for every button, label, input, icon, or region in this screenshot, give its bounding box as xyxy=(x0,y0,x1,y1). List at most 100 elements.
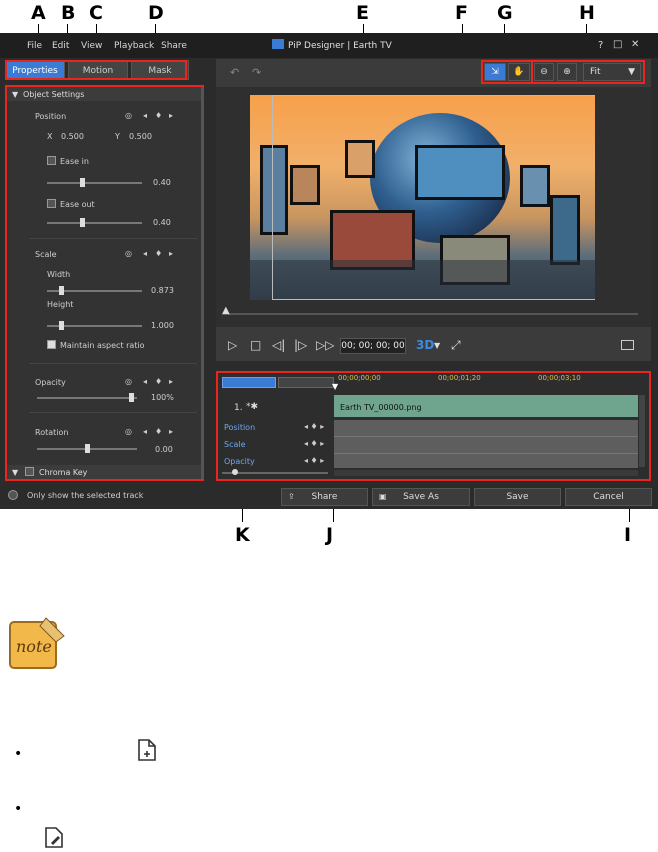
undo-icon[interactable]: ↶ xyxy=(230,66,239,79)
add-keyframe-icon[interactable]: ♦ xyxy=(155,427,162,436)
share-button[interactable]: ⇪ Share xyxy=(281,488,368,506)
maximize-button[interactable]: □ xyxy=(613,39,622,50)
next-keyframe-icon[interactable]: ▸ xyxy=(169,427,173,436)
add-keyframe-icon[interactable]: ♦ xyxy=(155,111,162,120)
keyframe-nav-icon[interactable]: ◂ ♦ ▸ xyxy=(304,456,324,465)
3d-mode-button[interactable]: 3D xyxy=(416,338,434,352)
ease-out-slider[interactable] xyxy=(47,222,142,224)
timeline-zoom-button[interactable] xyxy=(222,377,276,388)
prev-keyframe-icon[interactable]: ◂ xyxy=(143,249,147,258)
chroma-key-checkbox[interactable] xyxy=(25,467,34,476)
preview-scrubber[interactable] xyxy=(228,313,638,315)
safe-zone-icon[interactable] xyxy=(621,340,634,350)
track-row-opacity[interactable]: Opacity xyxy=(224,457,255,466)
stop-icon[interactable]: □ xyxy=(250,338,261,352)
prev-keyframe-icon[interactable]: ◂ xyxy=(143,427,147,436)
help-button[interactable]: ? xyxy=(598,40,603,51)
stopwatch-icon[interactable]: ◎ xyxy=(125,111,132,120)
panel-scrollbar[interactable] xyxy=(201,87,204,479)
width-slider-thumb[interactable] xyxy=(59,286,64,295)
ease-out-slider-thumb[interactable] xyxy=(80,218,85,227)
opacity-label: Opacity xyxy=(35,378,66,387)
fullscreen-icon[interactable]: ⤢ xyxy=(451,338,461,353)
preview-video[interactable] xyxy=(250,95,595,300)
next-keyframe-icon[interactable]: ▸ xyxy=(169,377,173,386)
track-number: 1. xyxy=(234,403,243,413)
ease-in-value: 0.40 xyxy=(153,178,171,187)
menu-file[interactable]: File xyxy=(27,41,42,51)
keyframe-nav-icon[interactable]: ◂ ♦ ▸ xyxy=(304,439,324,448)
save-button[interactable]: Save xyxy=(474,488,561,506)
ease-in-checkbox[interactable] xyxy=(47,156,56,165)
height-slider-thumb[interactable] xyxy=(59,321,64,330)
only-show-checkbox[interactable] xyxy=(8,490,18,500)
ease-in-label: Ease in xyxy=(60,157,89,166)
rotation-slider-thumb[interactable] xyxy=(85,444,90,453)
lane-divider xyxy=(334,453,638,454)
prev-frame-icon[interactable]: ◁| xyxy=(272,338,285,352)
menu-playback[interactable]: Playback xyxy=(114,41,154,51)
close-button[interactable]: ✕ xyxy=(631,39,639,50)
next-keyframe-icon[interactable]: ▸ xyxy=(169,249,173,258)
callout-g: G xyxy=(497,2,513,24)
rotation-label: Rotation xyxy=(35,428,69,437)
bullet: • xyxy=(14,746,23,762)
timeline-fit-button[interactable] xyxy=(278,377,334,388)
prev-keyframe-icon[interactable]: ◂ xyxy=(143,377,147,386)
bullet: • xyxy=(14,801,23,817)
ease-in-slider[interactable] xyxy=(47,182,142,184)
add-keyframe-icon[interactable]: ♦ xyxy=(155,249,162,258)
stopwatch-icon[interactable]: ◎ xyxy=(125,249,132,258)
ease-out-value: 0.40 xyxy=(153,218,171,227)
menu-share[interactable]: Share xyxy=(161,41,187,51)
opacity-slider[interactable] xyxy=(37,397,137,399)
callout-e: E xyxy=(356,2,369,24)
y-value[interactable]: 0.500 xyxy=(129,132,152,141)
menu-edit[interactable]: Edit xyxy=(52,41,69,51)
ease-in-slider-thumb[interactable] xyxy=(80,178,85,187)
share-label: Share xyxy=(311,492,338,502)
rotation-value: 0.00 xyxy=(155,445,173,454)
width-label: Width xyxy=(47,270,71,279)
stopwatch-icon[interactable]: ◎ xyxy=(125,427,132,436)
section-title: Object Settings xyxy=(23,90,85,99)
prev-keyframe-icon[interactable]: ◂ xyxy=(143,111,147,120)
x-label: X xyxy=(47,132,53,141)
keyframe-lanes[interactable] xyxy=(334,420,638,468)
add-file-icon xyxy=(135,738,159,762)
timeline-v-scrollbar[interactable] xyxy=(639,395,645,467)
next-frame-icon[interactable]: |▷ xyxy=(294,338,307,352)
add-keyframe-icon[interactable]: ♦ xyxy=(155,377,162,386)
ruler-label: 00;00;01;20 xyxy=(438,374,481,382)
play-icon[interactable]: ▷ xyxy=(228,338,237,352)
selection-bounding-box[interactable] xyxy=(272,95,595,300)
timecode-display[interactable]: 00; 00; 00; 00 xyxy=(340,338,406,354)
timeline-h-scrollbar[interactable] xyxy=(334,470,638,476)
y-label: Y xyxy=(115,132,120,141)
maintain-aspect-checkbox[interactable] xyxy=(47,340,56,349)
cancel-button[interactable]: Cancel xyxy=(565,488,652,506)
track-row-position[interactable]: Position xyxy=(224,423,255,432)
lane-divider xyxy=(334,436,638,437)
stopwatch-icon[interactable]: ◎ xyxy=(125,377,132,386)
menu-view[interactable]: View xyxy=(81,41,102,51)
opacity-slider-thumb[interactable] xyxy=(129,393,134,402)
scrubber-handle-icon[interactable]: ▲ xyxy=(222,305,230,316)
x-value[interactable]: 0.500 xyxy=(61,132,84,141)
divider xyxy=(29,238,197,239)
save-as-button[interactable]: ▣ Save As xyxy=(372,488,470,506)
fast-forward-icon[interactable]: ▷▷ xyxy=(316,338,334,352)
track-row-scale[interactable]: Scale xyxy=(224,440,246,449)
chevron-down-icon: ▼ xyxy=(12,90,19,99)
ease-out-checkbox[interactable] xyxy=(47,199,56,208)
dropdown-arrow-icon[interactable]: ▼ xyxy=(434,341,440,350)
track-fx-icon: *✱ xyxy=(246,402,259,412)
redo-icon[interactable]: ↷ xyxy=(252,66,261,79)
keyframe-nav-icon[interactable]: ◂ ♦ ▸ xyxy=(304,422,324,431)
chroma-key-header[interactable] xyxy=(7,465,202,479)
next-keyframe-icon[interactable]: ▸ xyxy=(169,111,173,120)
zoom-highlight-box xyxy=(531,60,645,84)
playhead-icon[interactable]: ▼ xyxy=(332,382,338,391)
timeline-zoom-thumb[interactable] xyxy=(232,469,238,475)
callout-k: K xyxy=(235,524,250,546)
